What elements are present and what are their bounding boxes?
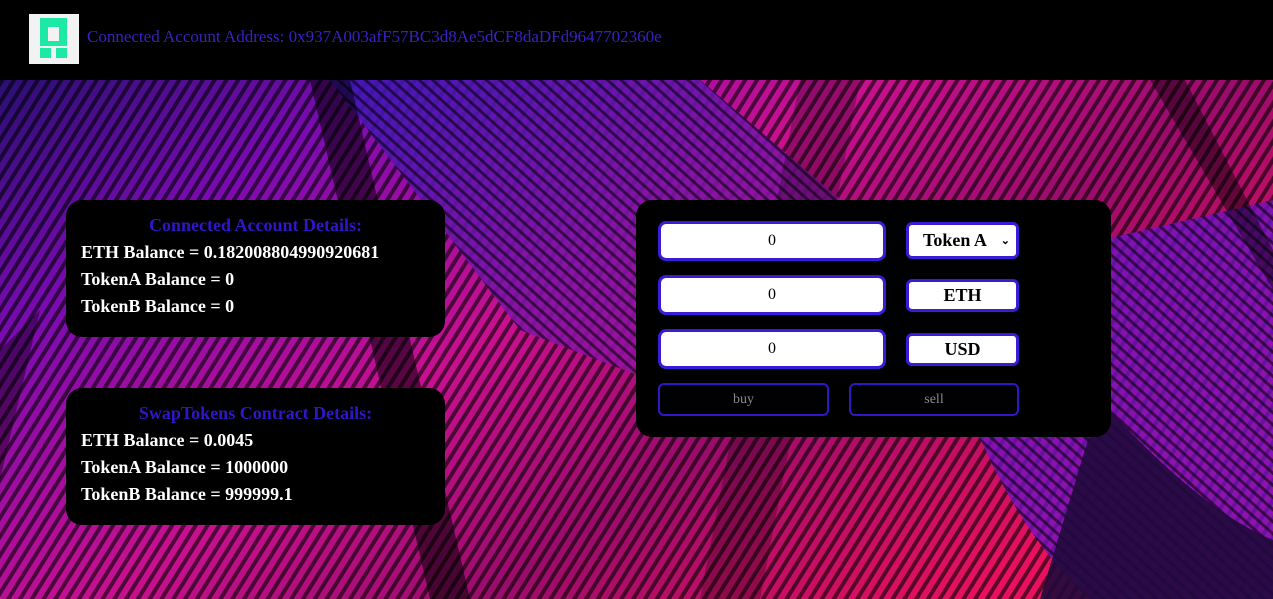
usd-unit-label: USD xyxy=(906,333,1019,366)
account-tokenb-balance: TokenB Balance = 0 xyxy=(81,296,235,316)
account-eth-balance: ETH Balance = 0.182008804990920681 xyxy=(81,242,380,262)
address-value: 0x937A003afF57BC3d8Ae5dCF8daDFd964770236… xyxy=(288,27,662,46)
buy-button[interactable]: buy xyxy=(658,383,829,416)
eth-unit-label: ETH xyxy=(906,279,1019,312)
sell-button[interactable]: sell xyxy=(849,383,1019,416)
contract-tokena-balance: TokenA Balance = 1000000 xyxy=(81,457,289,477)
token-select[interactable]: Token A ⌄ xyxy=(906,222,1019,259)
token-select-value: Token A xyxy=(923,230,987,250)
connected-address: Connected Account Address: 0x937A003afF5… xyxy=(87,27,662,47)
account-details-title: Connected Account Details: xyxy=(149,215,362,235)
logo-icon xyxy=(29,14,79,64)
connected-account-card: Connected Account Details: ETH Balance =… xyxy=(66,200,445,337)
account-tokena-balance: TokenA Balance = 0 xyxy=(81,269,235,289)
contract-details-title: SwapTokens Contract Details: xyxy=(138,403,373,423)
eth-amount-input[interactable] xyxy=(658,275,886,315)
swap-contract-card: SwapTokens Contract Details: ETH Balance… xyxy=(66,388,445,525)
token-amount-input[interactable] xyxy=(658,221,886,261)
usd-amount-input[interactable] xyxy=(658,329,886,369)
contract-eth-balance: ETH Balance = 0.0045 xyxy=(81,430,254,450)
contract-tokenb-balance: TokenB Balance = 999999.1 xyxy=(81,484,293,504)
top-bar: Connected Account Address: 0x937A003afF5… xyxy=(0,0,1273,80)
swap-panel: Token A ⌄ ETH USD buy sell xyxy=(636,200,1111,437)
address-label: Connected Account Address: xyxy=(87,27,285,46)
chevron-down-icon: ⌄ xyxy=(1000,235,1010,247)
